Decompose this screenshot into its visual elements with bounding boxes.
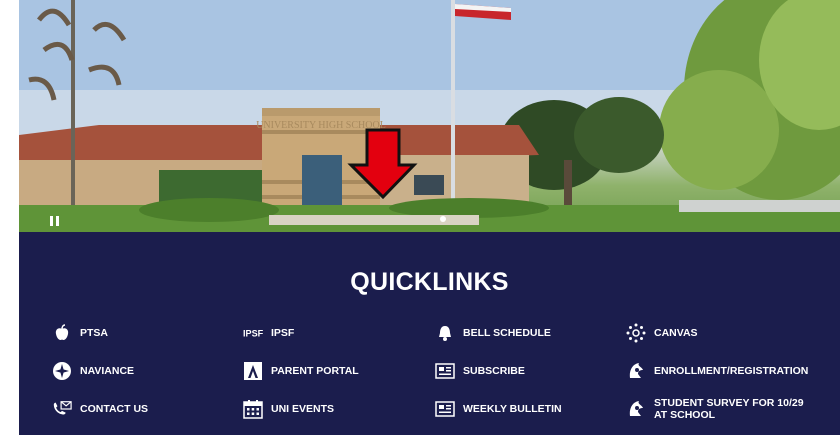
slide-indicator-dot[interactable]	[440, 216, 446, 222]
hero-banner: UNIVERSITY HIGH SCHOOL	[19, 0, 840, 232]
trojan-icon	[626, 361, 646, 381]
quicklink-label: STUDENT SURVEY FOR 10/29 AT SCHOOL	[654, 397, 804, 421]
quicklink-label: NAVIANCE	[80, 365, 135, 377]
quicklink-contact-us[interactable]: CONTACT US	[52, 399, 148, 419]
canvas-icon	[626, 323, 646, 343]
trojan-icon	[626, 399, 646, 419]
quicklink-uni-events[interactable]: UNI EVENTS	[243, 399, 334, 419]
quicklink-label: BELL SCHEDULE	[463, 327, 551, 339]
ipsf-logo-icon: IPSF	[243, 323, 263, 343]
quicklink-ipsf[interactable]: IPSF IPSF	[243, 323, 294, 343]
quicklink-label: CONTACT US	[80, 403, 149, 415]
quicklink-label: CANVAS	[654, 327, 698, 339]
quicklink-ptsa[interactable]: PTSA	[52, 323, 108, 343]
quicklink-label: ENROLLMENT/REGISTRATION	[654, 365, 809, 377]
quicklink-bell-schedule[interactable]: BELL SCHEDULE	[435, 323, 551, 343]
quicklink-student-survey[interactable]: STUDENT SURVEY FOR 10/29 AT SCHOOL	[626, 397, 804, 421]
phone-mail-icon	[52, 399, 72, 419]
quicklink-canvas[interactable]: CANVAS	[626, 323, 698, 343]
newsletter-icon	[435, 399, 455, 419]
quicklink-label: UNI EVENTS	[271, 403, 335, 415]
apple-icon	[52, 323, 72, 343]
svg-text:IPSF: IPSF	[243, 329, 263, 339]
compass-icon	[52, 361, 72, 381]
quicklink-enrollment-registration[interactable]: ENROLLMENT/REGISTRATION	[626, 361, 809, 381]
quicklink-label: PARENT PORTAL	[271, 365, 359, 377]
pause-icon[interactable]	[49, 214, 61, 226]
quicklink-naviance[interactable]: NAVIANCE	[52, 361, 134, 381]
quicklink-label: IPSF	[271, 327, 295, 339]
quicklink-label: WEEKLY BULLETIN	[463, 403, 562, 415]
quicklink-subscribe[interactable]: SUBSCRIBE	[435, 361, 525, 381]
quicklink-weekly-bulletin[interactable]: WEEKLY BULLETIN	[435, 399, 562, 419]
quicklinks-section: QUICKLINKS PTSA IPSF IPSF BELL SCHEDULE …	[19, 232, 840, 435]
quicklink-label: PTSA	[80, 327, 109, 339]
school-photo: UNIVERSITY HIGH SCHOOL	[19, 0, 840, 232]
newsletter-icon	[435, 361, 455, 381]
quicklink-label: SUBSCRIBE	[463, 365, 525, 377]
quicklinks-title: QUICKLINKS	[350, 268, 509, 296]
bell-icon	[435, 323, 455, 343]
portal-icon	[243, 361, 263, 381]
calendar-icon	[243, 399, 263, 419]
quicklink-parent-portal[interactable]: PARENT PORTAL	[243, 361, 359, 381]
